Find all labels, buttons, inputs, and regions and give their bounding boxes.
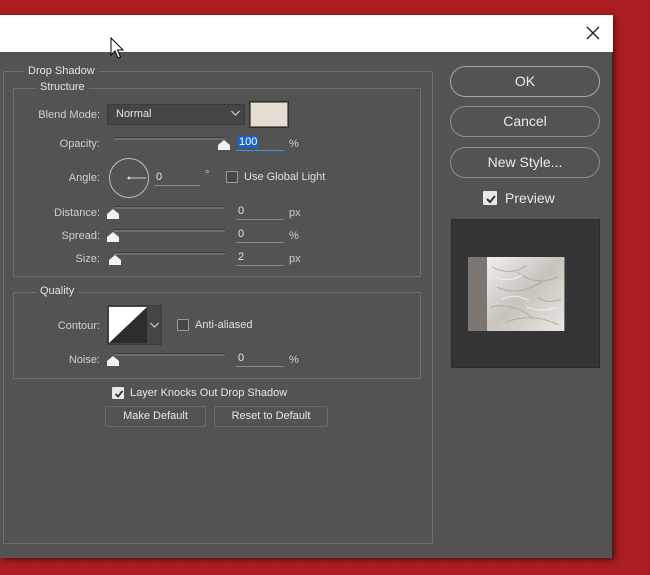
contour-label: Contour: bbox=[57, 320, 100, 332]
distance-slider-track[interactable] bbox=[114, 206, 225, 209]
reset-to-default-button[interactable]: Reset to Default bbox=[214, 406, 328, 427]
chevron-down-icon bbox=[231, 110, 240, 116]
use-global-light-label[interactable]: Use Global Light bbox=[244, 171, 325, 183]
spread-slider-track[interactable] bbox=[114, 229, 225, 232]
opacity-label: Opacity: bbox=[59, 138, 100, 150]
preview-label[interactable]: Preview bbox=[505, 190, 555, 206]
layer-knocks-label[interactable]: Layer Knocks Out Drop Shadow bbox=[130, 387, 287, 399]
preview-texture-image bbox=[487, 257, 564, 331]
angle-value: 0 bbox=[156, 171, 163, 183]
spread-label: Spread: bbox=[61, 230, 100, 242]
angle-input[interactable]: 0 bbox=[154, 169, 200, 186]
close-icon bbox=[586, 26, 600, 40]
distance-input[interactable]: 0 bbox=[236, 203, 284, 220]
mouse-cursor-icon bbox=[110, 37, 125, 59]
title-bar[interactable] bbox=[0, 15, 613, 52]
size-slider-track[interactable] bbox=[114, 252, 225, 255]
preview-box bbox=[451, 219, 600, 368]
blend-mode-label: Blend Mode: bbox=[38, 109, 100, 121]
size-unit: px bbox=[289, 253, 301, 265]
spread-value: 0 bbox=[238, 228, 245, 240]
cancel-button[interactable]: Cancel bbox=[450, 106, 600, 137]
spread-slider-thumb[interactable] bbox=[107, 232, 119, 242]
noise-value: 0 bbox=[238, 352, 245, 364]
size-input[interactable]: 2 bbox=[236, 249, 284, 266]
spread-unit: % bbox=[289, 230, 299, 242]
contour-thumbnail-icon bbox=[109, 307, 147, 343]
size-label: Size: bbox=[75, 253, 100, 265]
blend-mode-select[interactable]: Normal bbox=[107, 104, 245, 125]
make-default-button[interactable]: Make Default bbox=[105, 406, 206, 427]
use-global-light-checkbox[interactable] bbox=[226, 171, 238, 183]
opacity-slider-track[interactable] bbox=[114, 137, 225, 140]
spread-input[interactable]: 0 bbox=[236, 226, 284, 243]
angle-label: Angle: bbox=[68, 172, 100, 184]
noise-slider-thumb[interactable] bbox=[107, 356, 119, 366]
preview-checkbox[interactable] bbox=[483, 191, 497, 205]
opacity-value: 100 bbox=[238, 136, 259, 148]
shadow-color-swatch[interactable] bbox=[249, 101, 289, 128]
opacity-input[interactable]: 100 bbox=[236, 134, 284, 151]
anti-aliased-label[interactable]: Anti-aliased bbox=[195, 319, 252, 331]
layer-knocks-checkbox[interactable] bbox=[112, 387, 124, 399]
checkmark-icon bbox=[486, 195, 496, 204]
angle-unit: ° bbox=[205, 169, 210, 181]
opacity-slider-thumb[interactable] bbox=[218, 140, 230, 150]
size-value: 2 bbox=[238, 251, 245, 263]
size-slider-thumb[interactable] bbox=[109, 255, 121, 265]
anti-aliased-checkbox[interactable] bbox=[177, 319, 189, 331]
new-style-button[interactable]: New Style... bbox=[450, 147, 600, 178]
structure-title: Structure bbox=[36, 81, 89, 93]
ok-button[interactable]: OK bbox=[450, 66, 600, 97]
layer-style-dialog: Drop Shadow Structure Blend Mode: Normal… bbox=[0, 15, 613, 558]
noise-slider-track[interactable] bbox=[114, 353, 225, 356]
distance-unit: px bbox=[289, 207, 301, 219]
noise-input[interactable]: 0 bbox=[236, 350, 284, 367]
distance-value: 0 bbox=[238, 205, 245, 217]
noise-label: Noise: bbox=[68, 354, 100, 366]
chevron-down-icon bbox=[150, 322, 159, 328]
noise-unit: % bbox=[289, 354, 299, 366]
quality-title: Quality bbox=[36, 285, 79, 297]
blend-mode-value: Normal bbox=[116, 108, 152, 120]
checkmark-icon bbox=[114, 390, 124, 398]
opacity-unit: % bbox=[289, 138, 299, 150]
angle-dial[interactable] bbox=[108, 157, 150, 199]
contour-picker[interactable] bbox=[107, 305, 162, 345]
close-button[interactable] bbox=[583, 23, 603, 43]
distance-label: Distance: bbox=[54, 207, 100, 219]
distance-slider-thumb[interactable] bbox=[107, 209, 119, 219]
drop-shadow-title: Drop Shadow bbox=[24, 65, 99, 77]
